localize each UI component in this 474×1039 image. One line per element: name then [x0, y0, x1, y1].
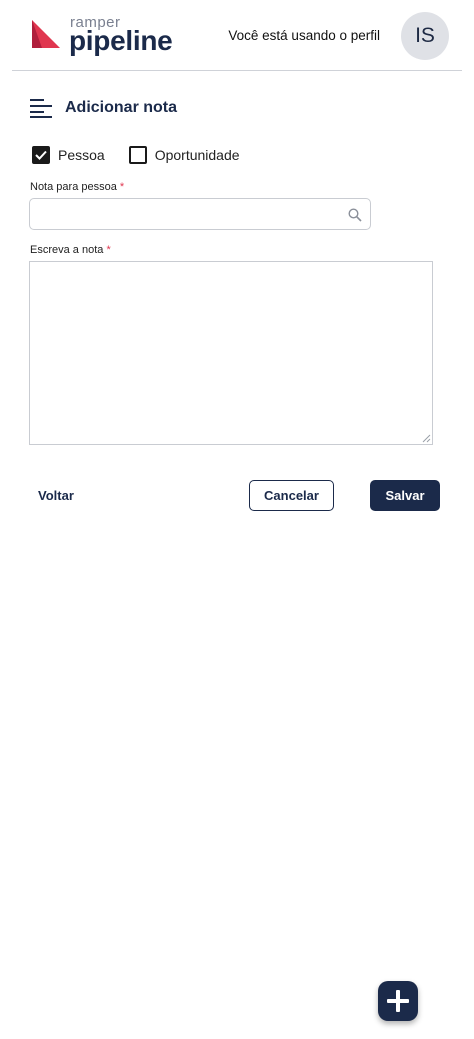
note-field-label: Escreva a nota *: [30, 244, 111, 256]
required-mark: *: [119, 181, 125, 193]
logo-big-text: pipeline: [69, 25, 173, 56]
note-field-label-text: Escreva a nota: [30, 244, 104, 256]
person-search-field[interactable]: [29, 198, 371, 230]
menu-lines-icon[interactable]: [30, 98, 52, 118]
profile-text: Você está usando o perfil: [228, 28, 380, 43]
logo-mark-icon: [32, 20, 60, 48]
page-title: Adicionar nota: [65, 99, 178, 116]
save-button[interactable]: Salvar: [370, 480, 440, 511]
avatar[interactable]: IS: [401, 12, 449, 60]
checkbox-checked-icon[interactable]: [32, 146, 50, 164]
person-search-input[interactable]: [30, 199, 340, 229]
checkbox-pessoa-label: Pessoa: [58, 147, 105, 163]
checkbox-oportunidade-label: Oportunidade: [154, 147, 240, 163]
note-textarea[interactable]: [29, 261, 433, 445]
resize-grip-icon[interactable]: [422, 434, 431, 443]
back-button[interactable]: Voltar: [38, 488, 74, 503]
header-divider: [12, 70, 462, 71]
page-title-row: Adicionar nota: [30, 96, 177, 120]
header: ramper pipeline Você está usando o perfi…: [0, 0, 474, 70]
app-root: ramper pipeline Você está usando o perfi…: [0, 0, 474, 1039]
checkbox-pessoa[interactable]: Pessoa: [32, 146, 105, 164]
note-target-options: Pessoa Oportunidade: [32, 146, 264, 164]
person-field-label: Nota para pessoa *: [30, 181, 124, 193]
checkbox-unchecked-icon[interactable]: [128, 146, 147, 164]
cancel-button[interactable]: Cancelar: [249, 480, 334, 511]
checkbox-oportunidade[interactable]: Oportunidade: [128, 146, 240, 164]
required-mark: *: [106, 244, 111, 256]
add-fab-button[interactable]: [378, 981, 418, 1021]
plus-icon: [387, 990, 409, 1012]
search-icon[interactable]: [348, 208, 362, 222]
person-field-label-text: Nota para pessoa: [30, 181, 117, 193]
ramper-pipeline-logo[interactable]: ramper pipeline: [30, 14, 180, 58]
